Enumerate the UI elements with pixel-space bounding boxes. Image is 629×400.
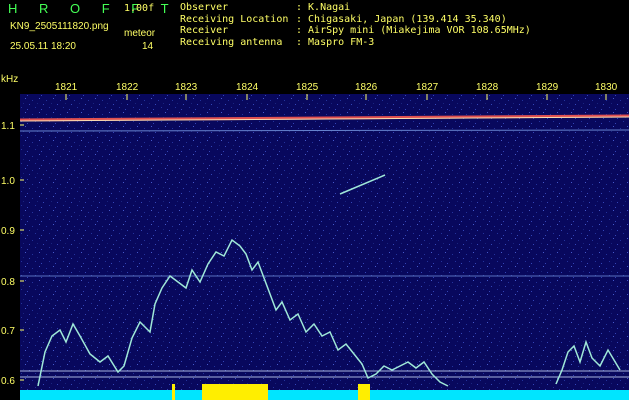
meta-value: : K.Nagai xyxy=(296,2,351,13)
meta-row-antenna: Receiving antenna : Maspro FM-3 xyxy=(180,37,531,49)
station-metadata: Observer : K.Nagai Receiving Location : Ch… xyxy=(180,2,531,48)
meta-key: Receiving Location xyxy=(180,13,289,25)
filename-label: KN9_2505111820.png xyxy=(10,21,109,32)
count-label: 14 xyxy=(142,41,154,52)
version-label: 1.00f xyxy=(124,3,155,14)
meta-row-observer: Observer : K.Nagai xyxy=(180,2,531,14)
mode-label: meteor xyxy=(124,28,156,39)
interference-burst xyxy=(172,384,175,400)
y-tick-label: 0.6 xyxy=(1,376,15,387)
timestamp-label: 25.05.11 18:20 xyxy=(10,41,76,52)
waterfall-shade xyxy=(20,94,629,400)
y-tick-label: 0.7 xyxy=(1,326,15,337)
meta-value: : Chigasaki, Japan (139.414 35.340) xyxy=(296,13,507,25)
meta-key: Receiving antenna xyxy=(180,36,283,48)
y-tick-label: 0.8 xyxy=(1,277,15,288)
header-panel: H R O F F T 1.00f KN9_2505111820.png met… xyxy=(0,0,629,74)
interference-burst xyxy=(202,384,268,400)
meta-value: : Maspro FM-3 xyxy=(296,36,375,48)
spectrogram-waterfall: 1.1 1.0 0.9 0.8 0.7 0.6 xyxy=(1,94,629,400)
y-tick-label: 0.9 xyxy=(1,226,15,237)
meta-value: : AirSpy mini (Miakejima VOR 108.65MHz) xyxy=(296,25,531,36)
y-tick-label: 1.0 xyxy=(1,176,15,187)
meta-key: Receiver xyxy=(180,25,229,36)
meta-row-receiver: Receiver : AirSpy mini (Miakejima VOR 108… xyxy=(180,25,531,37)
y-tick-label: 1.1 xyxy=(1,121,15,132)
baseline-band xyxy=(20,390,629,400)
meta-row-location: Receiving Location : Chigasaki, Japan (13… xyxy=(180,14,531,26)
interference-burst xyxy=(358,384,370,400)
meta-key: Observer xyxy=(180,2,229,13)
